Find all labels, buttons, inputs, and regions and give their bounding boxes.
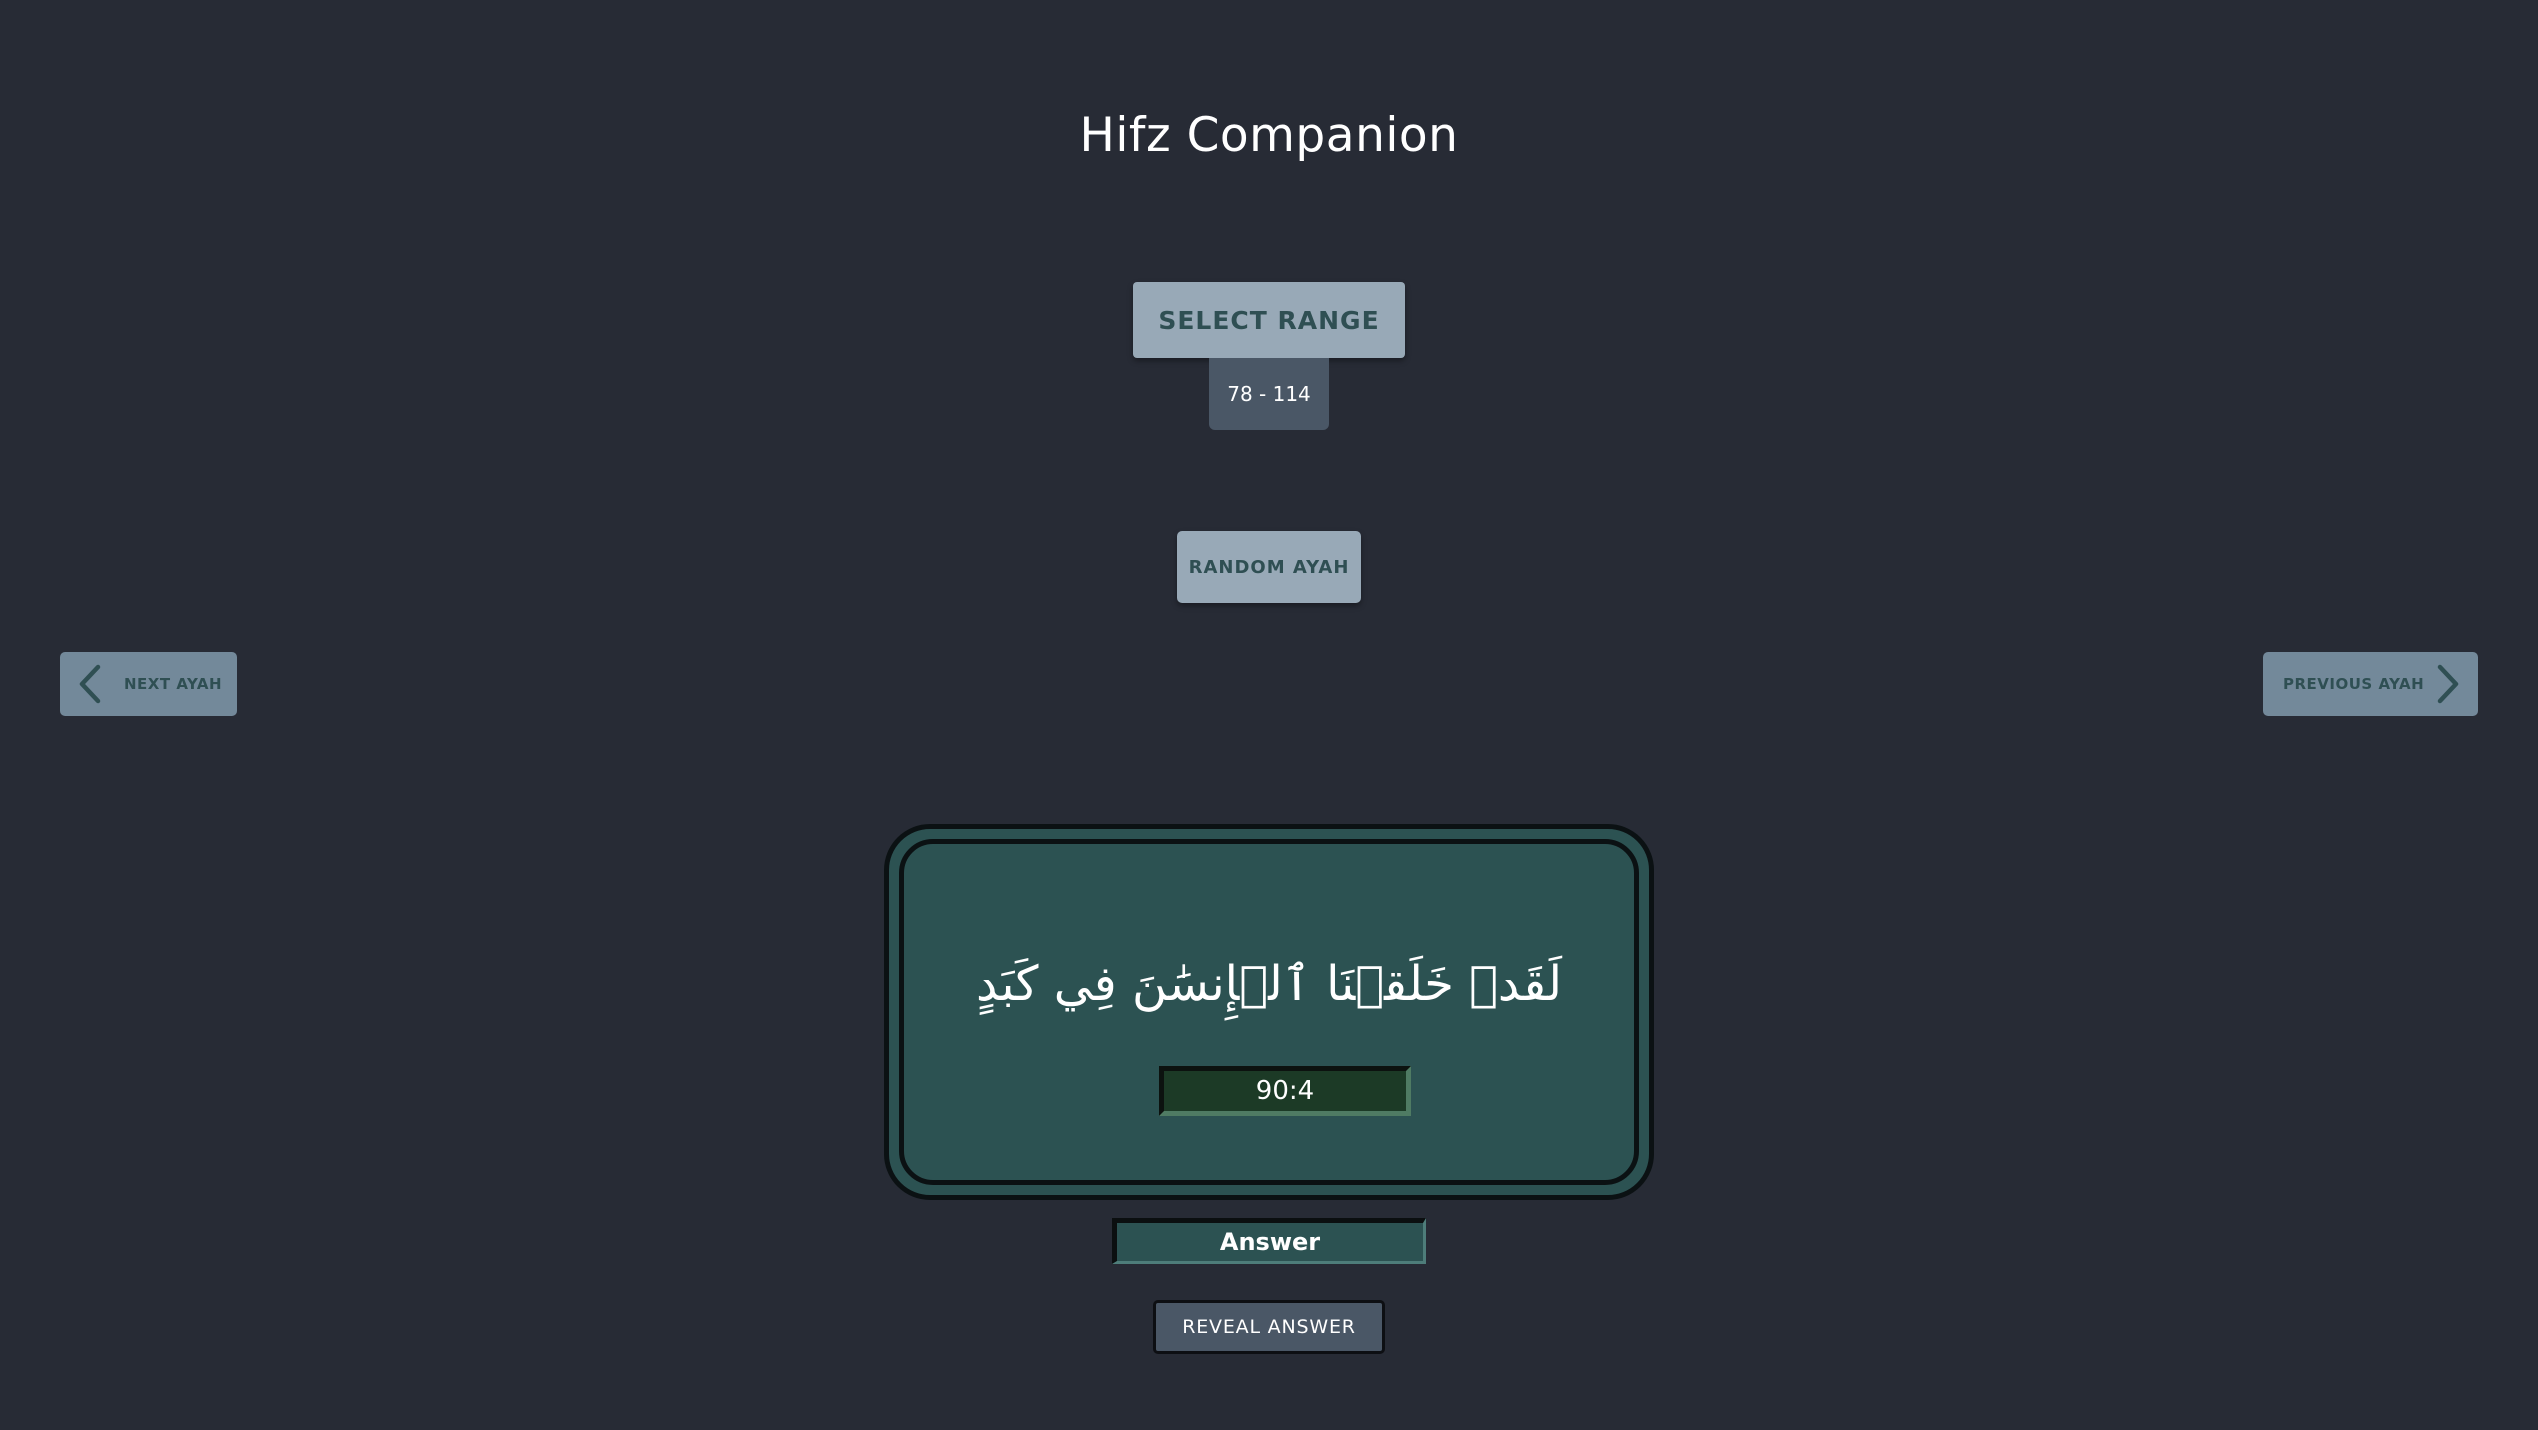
previous-ayah-label: PREVIOUS AYAH xyxy=(2283,675,2425,693)
answer-input[interactable] xyxy=(1112,1218,1426,1264)
chevron-right-icon xyxy=(2437,664,2459,704)
reveal-answer-button[interactable]: REVEAL ANSWER xyxy=(1153,1300,1385,1354)
next-ayah-button[interactable]: NEXT AYAH xyxy=(60,652,237,716)
ayah-text: لَقَدۡ خَلَقۡنَا ٱلۡإِنسَٰنَ فِي كَبَدٍ xyxy=(975,956,1563,1012)
next-ayah-label: NEXT AYAH xyxy=(124,675,223,693)
ayah-card: لَقَدۡ خَلَقۡنَا ٱلۡإِنسَٰنَ فِي كَبَدٍ … xyxy=(884,824,1654,1200)
app-root: Hifz Companion SELECT RANGE 78 - 114 RAN… xyxy=(0,0,2538,1430)
ayah-reference: 90:4 xyxy=(1159,1066,1411,1116)
random-ayah-button[interactable]: RANDOM AYAH xyxy=(1177,531,1361,603)
previous-ayah-button[interactable]: PREVIOUS AYAH xyxy=(2263,652,2478,716)
select-range-button[interactable]: SELECT RANGE xyxy=(1133,282,1405,358)
chevron-left-icon xyxy=(79,664,101,704)
page-title: Hifz Companion xyxy=(1079,108,1459,163)
ayah-card-inner: لَقَدۡ خَلَقۡنَا ٱلۡإِنسَٰنَ فِي كَبَدٍ … xyxy=(899,839,1639,1185)
range-value-badge: 78 - 114 xyxy=(1209,358,1329,430)
